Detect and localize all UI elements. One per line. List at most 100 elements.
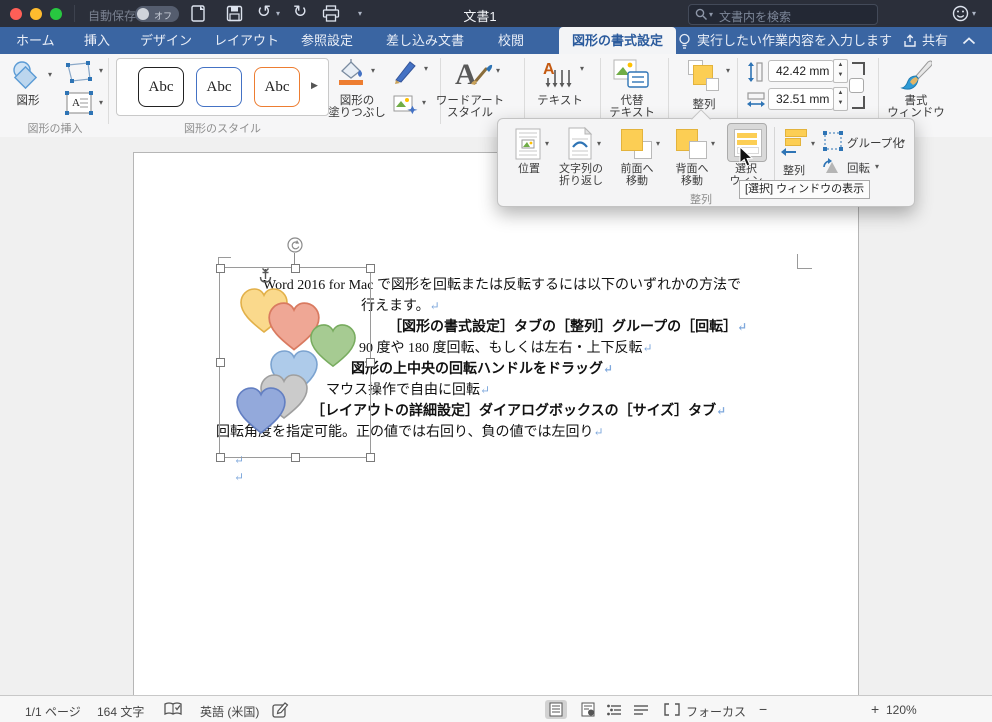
zoom-in-button[interactable]: + (871, 701, 879, 717)
outline-view-button[interactable] (604, 700, 626, 719)
arrange-button[interactable] (688, 60, 720, 91)
ink-tool-icon[interactable] (272, 701, 289, 718)
autosave-toggle[interactable]: オフ (135, 6, 179, 22)
rotate-button[interactable]: 回転 (847, 160, 870, 176)
rotate-caret-icon[interactable]: ▾ (875, 162, 879, 171)
undo-caret-icon[interactable]: ▾ (276, 9, 280, 18)
shape-height-field[interactable]: 42.42 mm (768, 60, 834, 82)
print-icon[interactable] (322, 5, 340, 22)
tab-layout[interactable]: レイアウト (214, 27, 279, 54)
shape-outline-caret-icon[interactable]: ▾ (424, 64, 428, 73)
resize-handle-bottom-right[interactable] (366, 453, 375, 462)
search-input[interactable]: ▾ 文書内を検索 (688, 4, 878, 25)
resize-handle-bottom-center[interactable] (291, 453, 300, 462)
zoom-percentage[interactable]: 120% (886, 703, 917, 717)
group-icon[interactable] (823, 131, 843, 151)
document-page[interactable]: Word 2016 for Mac で図形を回転または反転するには以下のいずれか… (133, 152, 859, 697)
focus-mode-label[interactable]: フォーカス (686, 703, 746, 720)
tab-mailings[interactable]: 差し込み文書 (386, 27, 464, 54)
insert-shape-caret-icon[interactable]: ▾ (48, 70, 52, 79)
width-stepper-down-icon[interactable]: ▼ (834, 98, 847, 108)
tab-references[interactable]: 参照設定 (301, 27, 353, 54)
share-button[interactable]: 共有 (922, 27, 948, 54)
collapse-ribbon-icon[interactable] (962, 37, 976, 45)
lock-aspect-ratio-checkbox[interactable] (849, 78, 864, 93)
resize-handle-top-center[interactable] (291, 264, 300, 273)
align-icon[interactable] (781, 129, 807, 157)
resize-handle-middle-right[interactable] (366, 358, 375, 367)
text-box-icon[interactable]: A (64, 90, 94, 116)
arrange-caret-icon[interactable]: ▾ (726, 66, 730, 75)
width-stepper[interactable]: ▲ ▼ (833, 87, 848, 111)
gallery-expand-icon[interactable]: ▶ (311, 80, 318, 91)
resize-handle-top-right[interactable] (366, 264, 375, 273)
feedback-smiley-icon[interactable] (952, 5, 969, 22)
shape-effects-icon[interactable] (392, 92, 418, 116)
wordart-styles-icon[interactable]: A (453, 56, 493, 92)
shape-style-1[interactable]: Abc (138, 67, 184, 107)
align-caret-icon[interactable]: ▾ (811, 139, 815, 148)
edit-points-icon[interactable] (64, 60, 94, 84)
shape-fill-caret-icon[interactable]: ▾ (371, 66, 375, 75)
shape-fill-icon[interactable] (336, 58, 366, 86)
language-indicator[interactable]: 英語 (米国) (200, 703, 259, 720)
text-options-icon[interactable]: A (542, 58, 576, 88)
web-layout-view-button[interactable] (577, 700, 599, 719)
tab-insert[interactable]: 挿入 (84, 27, 110, 54)
resize-handle-bottom-left[interactable] (216, 453, 225, 462)
lightbulb-icon (679, 33, 690, 49)
zoom-window-button[interactable] (50, 8, 62, 20)
close-window-button[interactable] (10, 8, 22, 20)
resize-handle-top-left[interactable] (216, 264, 225, 273)
text-box-caret-icon[interactable]: ▾ (99, 98, 103, 107)
draft-view-button[interactable] (630, 700, 652, 719)
bring-forward-icon[interactable] (621, 129, 653, 159)
focus-mode-icon[interactable] (664, 703, 680, 716)
position-label: 位置 (518, 163, 540, 175)
page-indicator[interactable]: 1/1 ページ (25, 703, 81, 720)
tab-shape-format[interactable]: 図形の書式設定 (559, 27, 677, 54)
resize-handle-middle-left[interactable] (216, 358, 225, 367)
toolbar-options-caret-icon[interactable]: ▾ (358, 9, 362, 18)
height-stepper[interactable]: ▲ ▼ (833, 59, 848, 83)
shape-width-field[interactable]: 32.51 mm (768, 88, 834, 110)
group-button[interactable]: グループ化 (847, 135, 904, 151)
group-caret-icon[interactable]: ▾ (901, 137, 905, 146)
shape-effects-caret-icon[interactable]: ▾ (422, 98, 426, 107)
print-layout-view-button[interactable] (545, 700, 567, 719)
width-stepper-up-icon[interactable]: ▲ (834, 88, 847, 98)
shape-style-3[interactable]: Abc (254, 67, 300, 107)
height-stepper-up-icon[interactable]: ▲ (834, 60, 847, 70)
feedback-caret-icon[interactable]: ▾ (972, 9, 976, 18)
alt-text-icon[interactable] (612, 58, 652, 92)
tab-design[interactable]: デザイン (140, 27, 192, 54)
proofing-status-icon[interactable] (164, 702, 182, 717)
insert-shape-icon[interactable] (8, 60, 46, 92)
format-pane-icon[interactable] (898, 58, 932, 92)
wrap-text-caret-icon[interactable]: ▾ (597, 139, 601, 148)
tab-review[interactable]: 校閲 (498, 27, 524, 54)
wrap-text-icon[interactable] (567, 127, 593, 160)
save-icon[interactable] (226, 5, 243, 22)
rotation-handle[interactable] (287, 237, 303, 253)
wordart-caret-icon[interactable]: ▾ (496, 66, 500, 75)
position-icon[interactable] (515, 128, 541, 160)
new-document-icon[interactable] (190, 5, 207, 22)
send-backward-caret-icon[interactable]: ▾ (711, 139, 715, 148)
text-options-caret-icon[interactable]: ▾ (580, 64, 584, 73)
minimize-window-button[interactable] (30, 8, 42, 20)
send-backward-icon[interactable] (676, 129, 708, 159)
shape-outline-icon[interactable] (392, 58, 420, 84)
undo-icon[interactable]: ↺ (257, 2, 271, 22)
redo-icon[interactable]: ↻ (293, 2, 307, 22)
height-stepper-down-icon[interactable]: ▼ (834, 70, 847, 80)
bring-forward-caret-icon[interactable]: ▾ (656, 139, 660, 148)
edit-points-caret-icon[interactable]: ▾ (99, 66, 103, 75)
zoom-out-button[interactable]: − (759, 701, 767, 717)
position-caret-icon[interactable]: ▾ (545, 139, 549, 148)
rotate-icon[interactable] (820, 157, 840, 175)
tab-home[interactable]: ホーム (16, 27, 55, 54)
shape-style-2[interactable]: Abc (196, 67, 242, 107)
word-count[interactable]: 164 文字 (97, 703, 144, 720)
tell-me-box[interactable]: 実行したい作業内容を入力します (697, 27, 892, 54)
